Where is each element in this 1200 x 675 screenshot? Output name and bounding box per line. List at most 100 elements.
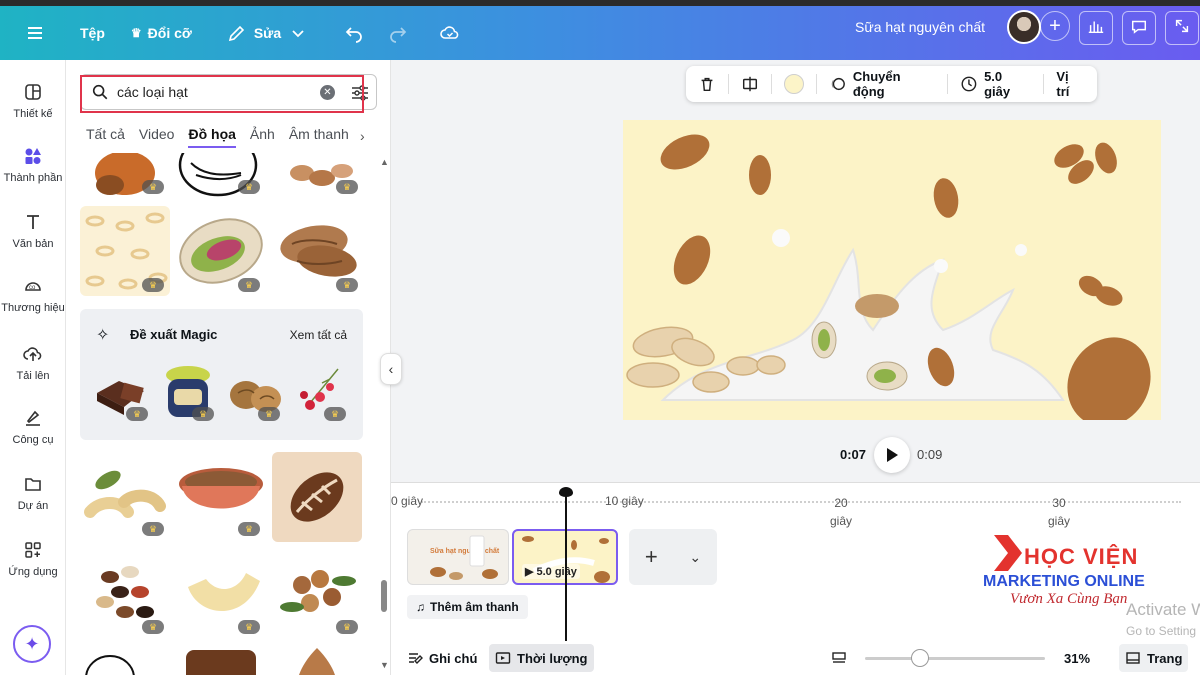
premium-crown-icon: ♛ xyxy=(238,620,260,634)
share-add-button[interactable]: + xyxy=(1040,11,1070,41)
file-menu-label: Tệp xyxy=(80,25,105,41)
add-audio-button[interactable]: ♫ Thêm âm thanh xyxy=(407,595,528,619)
search-bar: ✕ xyxy=(80,74,377,110)
timeline-clip-1[interactable]: Sữa hạt nguyên chất xyxy=(407,529,509,585)
graphic-almond-single[interactable] xyxy=(272,646,362,675)
rail-item-apps[interactable]: Ứng dụng xyxy=(0,538,66,578)
bar-chart-icon xyxy=(1087,17,1105,40)
canvas-toolbar: Chuyển động 5.0 giây Vị trí xyxy=(686,66,1097,102)
rail-item-label: Thiết kế xyxy=(13,108,53,120)
premium-crown-icon: ♛ xyxy=(258,407,280,421)
document-title[interactable]: Sữa hạt nguyên chất xyxy=(855,19,985,35)
animate-label: Chuyển động xyxy=(852,69,901,99)
background-color-button[interactable] xyxy=(772,66,816,102)
tab-audio[interactable]: Âm thanh xyxy=(289,126,349,148)
position-label: Vị trí xyxy=(1056,69,1070,99)
filter-sliders-icon[interactable] xyxy=(350,83,370,103)
add-page-button[interactable]: + ⌄ xyxy=(629,529,717,585)
zoom-slider[interactable] xyxy=(865,657,1045,660)
graphic-cocoa-bean-tile[interactable] xyxy=(272,452,362,542)
duration-button[interactable]: 5.0 giây xyxy=(948,66,1043,102)
current-time: 0:07 xyxy=(840,447,867,462)
rail-item-text[interactable]: Văn bản xyxy=(0,210,66,250)
rail-item-brand[interactable]: co Thương hiệu xyxy=(0,274,66,314)
plus-icon: + xyxy=(644,544,658,569)
insights-button[interactable] xyxy=(1079,11,1113,45)
scroll-down-icon[interactable]: ▼ xyxy=(380,660,389,670)
magic-assistant-button[interactable]: ✦ xyxy=(13,625,51,663)
trash-icon xyxy=(701,77,713,92)
split-button[interactable] xyxy=(729,66,771,102)
grid-view-button[interactable] xyxy=(825,644,853,672)
play-button[interactable] xyxy=(874,437,910,473)
notes-label: Ghi chú xyxy=(429,650,478,666)
rail-item-tools[interactable]: Công cụ xyxy=(0,406,66,446)
chevron-down-icon[interactable]: ⌄ xyxy=(689,549,701,566)
pages-button[interactable]: Trang xyxy=(1119,644,1189,672)
scroll-up-icon[interactable]: ▲ xyxy=(380,157,389,167)
edit-menu-label: Sửa xyxy=(253,25,282,41)
see-all-link[interactable]: Xem tất cả xyxy=(290,328,347,342)
avatar[interactable] xyxy=(1007,10,1041,44)
premium-crown-icon: ♛ xyxy=(142,620,164,634)
redo-button[interactable] xyxy=(377,13,419,53)
plus-icon: + xyxy=(1049,14,1061,37)
brand-logo-icon xyxy=(994,535,1022,571)
delete-button[interactable] xyxy=(686,66,728,102)
video-frame-icon xyxy=(495,652,511,664)
rail-item-projects[interactable]: Dự án xyxy=(0,472,66,512)
duration-toggle-button[interactable]: Thời lượng xyxy=(489,644,594,672)
duration-label: 5.0 giây xyxy=(984,69,1011,99)
tab-video[interactable]: Video xyxy=(139,126,175,148)
premium-crown-icon: ♛ xyxy=(238,180,260,194)
tab-photos[interactable]: Ảnh xyxy=(250,126,275,148)
playhead[interactable] xyxy=(565,489,567,641)
animate-button[interactable]: Chuyển động xyxy=(817,66,947,102)
panel-scrollbar[interactable] xyxy=(381,580,387,612)
tab-graphics[interactable]: Đồ họa xyxy=(188,126,236,148)
file-menu-button[interactable]: Tệp xyxy=(70,13,115,53)
rail-item-label: Công cụ xyxy=(12,434,54,446)
chevron-right-icon[interactable]: › xyxy=(360,128,365,144)
comment-button[interactable] xyxy=(1122,11,1156,45)
rail-item-label: Tải lên xyxy=(16,370,50,382)
svg-text:co: co xyxy=(29,285,36,291)
cloud-check-icon xyxy=(439,22,461,44)
clock-icon xyxy=(961,76,977,92)
tab-all[interactable]: Tất cả xyxy=(86,126,125,148)
resize-label: Đổi cỡ xyxy=(147,25,192,41)
brand-title: HỌC VIỆN xyxy=(1024,544,1139,569)
pencil-icon xyxy=(226,22,248,44)
premium-crown-icon: ♛ xyxy=(238,522,260,536)
design-canvas[interactable] xyxy=(623,120,1161,420)
search-input[interactable] xyxy=(117,84,307,100)
rail-item-elements[interactable]: Thành phần xyxy=(0,144,66,184)
cloud-save-button[interactable] xyxy=(429,13,471,53)
undo-button[interactable] xyxy=(333,13,375,53)
position-button[interactable]: Vị trí xyxy=(1044,66,1097,102)
zoom-slider-handle[interactable] xyxy=(911,649,929,667)
windows-activation-line1: Activate Wi xyxy=(1126,600,1200,619)
edit-menu-button[interactable]: Sửa xyxy=(216,13,319,53)
present-button[interactable] xyxy=(1165,11,1199,45)
premium-crown-icon: ♛ xyxy=(126,407,148,421)
premium-crown-icon: ♛ xyxy=(192,407,214,421)
notes-button[interactable]: Ghi chú xyxy=(401,644,483,672)
graphic-nut-outline[interactable] xyxy=(80,646,170,675)
panel-tabs: Tất cả Video Đồ họa Ảnh Âm thanh xyxy=(86,126,349,148)
rail-item-uploads[interactable]: Tải lên xyxy=(0,342,66,382)
rail-item-design[interactable]: Thiết kế xyxy=(0,80,66,120)
collapse-panel-button[interactable]: ‹ xyxy=(380,353,402,385)
crown-icon: ♛ xyxy=(130,26,142,40)
notes-icon xyxy=(409,653,423,664)
zoom-level[interactable]: 31% xyxy=(1064,651,1090,666)
graphic-jar-lid[interactable] xyxy=(176,646,266,675)
clear-search-icon[interactable]: ✕ xyxy=(320,85,335,100)
rail-item-label: Thương hiệu xyxy=(1,302,65,314)
menu-button[interactable] xyxy=(14,13,56,53)
undo-icon xyxy=(343,22,365,44)
music-note-icon: ♫ xyxy=(416,600,425,614)
brand-tagline: Vươn Xa Cùng Bạn xyxy=(1010,591,1128,607)
resize-button[interactable]: ♛ Đổi cỡ xyxy=(121,13,202,53)
premium-crown-icon: ♛ xyxy=(324,407,346,421)
